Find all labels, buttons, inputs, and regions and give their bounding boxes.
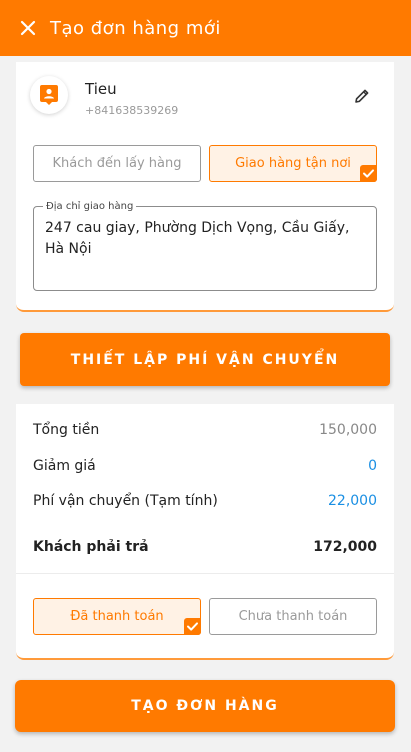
customer-card: Tieu +841638539269 Khách đến lấy hàng Gi… (16, 62, 394, 312)
amount-due-value: 172,000 (313, 539, 377, 555)
page-title: Tạo đơn hàng mới (50, 17, 221, 39)
close-icon (20, 20, 36, 36)
summary-card: Tổng tiền 150,000 Giảm giá 0 Phí vận chu… (16, 404, 394, 660)
delivery-address-field[interactable]: Địa chỉ giao hàng 247 cau giay, Phường D… (33, 200, 377, 291)
discount-value[interactable]: 0 (368, 458, 377, 474)
shipping-fee-label: Phí vận chuyển (Tạm tính) (33, 493, 218, 509)
amount-due-row: Khách phải trả 172,000 (33, 539, 377, 555)
total-label: Tổng tiền (33, 422, 100, 438)
paid-option-label: Đã thanh toán (70, 609, 164, 624)
edit-customer-button[interactable] (354, 88, 372, 106)
app-bar: Tạo đơn hàng mới (0, 0, 411, 56)
close-button[interactable] (0, 0, 56, 56)
total-value: 150,000 (319, 422, 377, 438)
pencil-icon (355, 89, 369, 103)
checkmark-icon (360, 165, 377, 182)
shipping-fee-row[interactable]: Phí vận chuyển (Tạm tính) 22,000 (33, 493, 377, 509)
customer-name: Tieu (85, 80, 117, 98)
unpaid-option-label: Chưa thanh toán (238, 609, 348, 624)
pickup-option[interactable]: Khách đến lấy hàng (33, 145, 201, 182)
create-order-button[interactable]: TẠO ĐƠN HÀNG (15, 680, 395, 732)
unpaid-option[interactable]: Chưa thanh toán (209, 598, 377, 635)
delivery-address-label: Địa chỉ giao hàng (43, 200, 137, 213)
shipping-fee-value[interactable]: 22,000 (328, 493, 377, 509)
delivery-address-value: 247 cau giay, Phường Dịch Vọng, Cầu Giấy… (45, 220, 350, 257)
amount-due-label: Khách phải trả (33, 539, 149, 555)
pickup-option-label: Khách đến lấy hàng (52, 156, 182, 171)
divider (16, 573, 394, 574)
shipping-fee-button[interactable]: THIẾT LẬP PHÍ VẬN CHUYỂN (20, 333, 390, 386)
paid-option[interactable]: Đã thanh toán (33, 598, 201, 635)
discount-row[interactable]: Giảm giá 0 (33, 458, 377, 474)
total-row: Tổng tiền 150,000 (33, 422, 377, 438)
checkmark-icon (184, 618, 201, 635)
customer-phone: +841638539269 (85, 104, 179, 117)
avatar (30, 76, 68, 114)
home-delivery-option-label: Giao hàng tận nơi (235, 156, 351, 171)
discount-label: Giảm giá (33, 458, 96, 474)
home-delivery-option[interactable]: Giao hàng tận nơi (209, 145, 377, 182)
contact-icon (40, 85, 58, 105)
